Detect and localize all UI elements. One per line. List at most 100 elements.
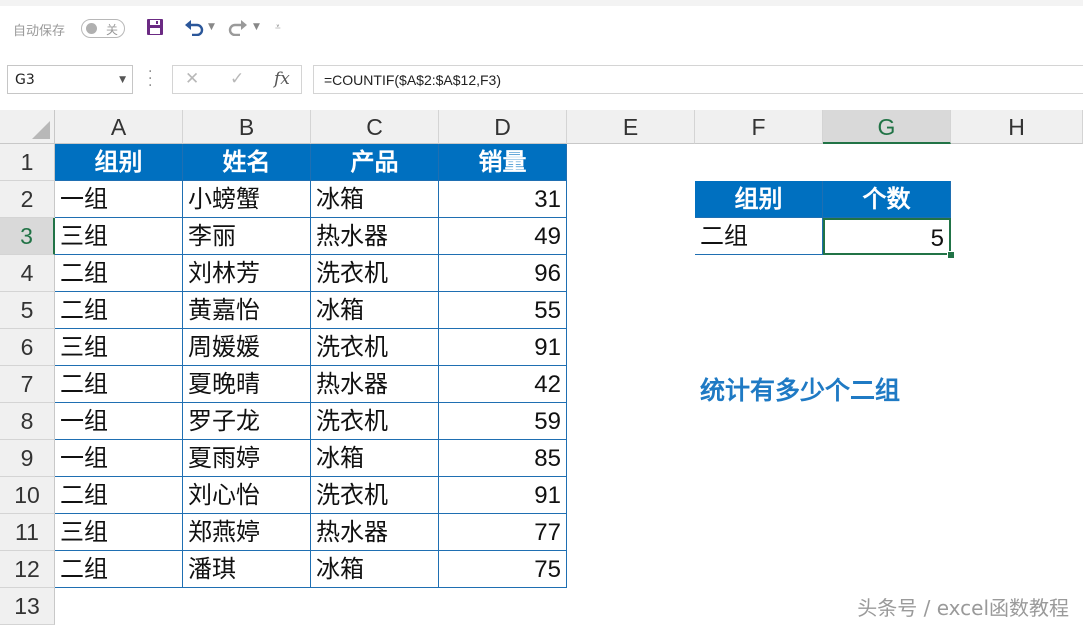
name-box-value: G3 [15, 72, 35, 88]
redo-dropdown-icon[interactable]: ▼ [253, 22, 260, 32]
table-cell[interactable]: 夏晚晴 [183, 366, 311, 403]
table-cell[interactable]: 三组 [55, 329, 183, 366]
row-header-10[interactable]: 10 [0, 477, 55, 514]
table-cell[interactable]: 黄嘉怡 [183, 292, 311, 329]
table-cell[interactable]: 49 [439, 218, 567, 255]
table-cell[interactable]: 冰箱 [311, 292, 439, 329]
table-cell[interactable]: 小螃蟹 [183, 181, 311, 218]
column-header-E[interactable]: E [567, 110, 695, 144]
table-cell[interactable]: 55 [439, 292, 567, 329]
toggle-knob [86, 23, 97, 34]
cancel-icon[interactable]: ✕ [185, 69, 199, 89]
table-header-cell[interactable]: 组别 [55, 144, 183, 181]
table-cell[interactable]: 77 [439, 514, 567, 551]
chevron-down-icon[interactable]: ▼ [119, 75, 126, 85]
table-cell[interactable]: 刘林芳 [183, 255, 311, 292]
table-cell[interactable]: 郑燕婷 [183, 514, 311, 551]
table-cell[interactable]: 罗子龙 [183, 403, 311, 440]
row-header-3[interactable]: 3 [0, 218, 55, 255]
row-header-12[interactable]: 12 [0, 551, 55, 588]
undo-icon[interactable] [184, 18, 204, 41]
table-cell[interactable]: 75 [439, 551, 567, 588]
table-cell[interactable]: 冰箱 [311, 181, 439, 218]
row-header-4[interactable]: 4 [0, 255, 55, 292]
table-cell[interactable]: 一组 [55, 440, 183, 477]
watermark: 头条号 / excel函数教程 [857, 596, 1069, 620]
table-cell[interactable]: 冰箱 [311, 440, 439, 477]
summary-count-cell[interactable]: 5 [823, 218, 951, 255]
table-cell[interactable]: 李丽 [183, 218, 311, 255]
autosave-toggle[interactable]: 关 [81, 19, 125, 38]
column-header-D[interactable]: D [439, 110, 567, 144]
row-header-8[interactable]: 8 [0, 403, 55, 440]
table-header-cell[interactable]: 姓名 [183, 144, 311, 181]
table-cell[interactable]: 二组 [55, 551, 183, 588]
column-header-B[interactable]: B [183, 110, 311, 144]
table-cell[interactable]: 热水器 [311, 514, 439, 551]
autosave-state: 关 [106, 23, 119, 37]
formula-buttons: ✕ ✓ fx [172, 65, 302, 94]
table-cell[interactable]: 夏雨婷 [183, 440, 311, 477]
table-cell[interactable]: 85 [439, 440, 567, 477]
table-cell[interactable]: 洗衣机 [311, 477, 439, 514]
table-cell[interactable]: 热水器 [311, 218, 439, 255]
customize-toolbar-icon[interactable]: ⩡ [275, 22, 281, 33]
row-header-13[interactable]: 13 [0, 588, 55, 625]
save-icon[interactable] [146, 18, 164, 41]
name-box[interactable]: G3 ▼ [7, 65, 133, 94]
table-cell[interactable]: 热水器 [311, 366, 439, 403]
table-cell[interactable]: 42 [439, 366, 567, 403]
table-cell[interactable]: 刘心怡 [183, 477, 311, 514]
row-header-2[interactable]: 2 [0, 181, 55, 218]
table-cell[interactable]: 洗衣机 [311, 403, 439, 440]
row-header-9[interactable]: 9 [0, 440, 55, 477]
summary-header-cell[interactable]: 个数 [823, 181, 951, 218]
table-cell[interactable]: 一组 [55, 403, 183, 440]
row-header-1[interactable]: 1 [0, 144, 55, 181]
row-header-7[interactable]: 7 [0, 366, 55, 403]
redo-icon[interactable] [228, 18, 248, 41]
table-cell[interactable]: 二组 [55, 477, 183, 514]
formula-bar: G3 ▼ · · · ✕ ✓ fx =COUNTIF($A$2:$A$12,F3) [0, 52, 1083, 110]
summary-group-cell[interactable]: 二组 [695, 218, 823, 255]
summary-header-cell[interactable]: 组别 [695, 181, 823, 218]
column-header-G[interactable]: G [823, 110, 951, 144]
table-cell[interactable]: 91 [439, 477, 567, 514]
formula-text: =COUNTIF($A$2:$A$12,F3) [324, 72, 502, 88]
table-cell[interactable]: 洗衣机 [311, 255, 439, 292]
table-cell[interactable]: 31 [439, 181, 567, 218]
table-cell[interactable]: 59 [439, 403, 567, 440]
table-cell[interactable]: 冰箱 [311, 551, 439, 588]
undo-dropdown-icon[interactable]: ▼ [208, 22, 215, 32]
select-all-corner[interactable] [0, 110, 55, 144]
table-cell[interactable]: 潘琪 [183, 551, 311, 588]
table-cell[interactable]: 二组 [55, 292, 183, 329]
column-header-H[interactable]: H [951, 110, 1083, 144]
table-cell[interactable]: 二组 [55, 255, 183, 292]
table-cell[interactable]: 二组 [55, 366, 183, 403]
row-header-5[interactable]: 5 [0, 292, 55, 329]
table-cell[interactable]: 周媛媛 [183, 329, 311, 366]
table-header-cell[interactable]: 销量 [439, 144, 567, 181]
table-cell[interactable]: 三组 [55, 218, 183, 255]
column-header-A[interactable]: A [55, 110, 183, 144]
autosave-label: 自动保存 [13, 24, 66, 39]
insert-function-icon[interactable]: fx [274, 69, 290, 89]
table-cell[interactable]: 三组 [55, 514, 183, 551]
formula-input[interactable]: =COUNTIF($A$2:$A$12,F3) [313, 65, 1083, 94]
enter-icon[interactable]: ✓ [230, 69, 244, 89]
table-cell[interactable]: 洗衣机 [311, 329, 439, 366]
quick-access-toolbar: 自动保存 关 ▼ ▼ ⩡ [0, 6, 1083, 52]
more-options-icon[interactable]: · · · [148, 65, 152, 93]
column-header-F[interactable]: F [695, 110, 823, 144]
table-header-cell[interactable]: 产品 [311, 144, 439, 181]
row-header-6[interactable]: 6 [0, 329, 55, 366]
select-all-icon [32, 121, 50, 139]
column-header-C[interactable]: C [311, 110, 439, 144]
table-cell[interactable]: 91 [439, 329, 567, 366]
table-cell[interactable]: 96 [439, 255, 567, 292]
note-text: 统计有多少个二组 [700, 376, 901, 405]
row-header-11[interactable]: 11 [0, 514, 55, 551]
table-cell[interactable]: 一组 [55, 181, 183, 218]
fill-handle[interactable] [947, 251, 955, 259]
